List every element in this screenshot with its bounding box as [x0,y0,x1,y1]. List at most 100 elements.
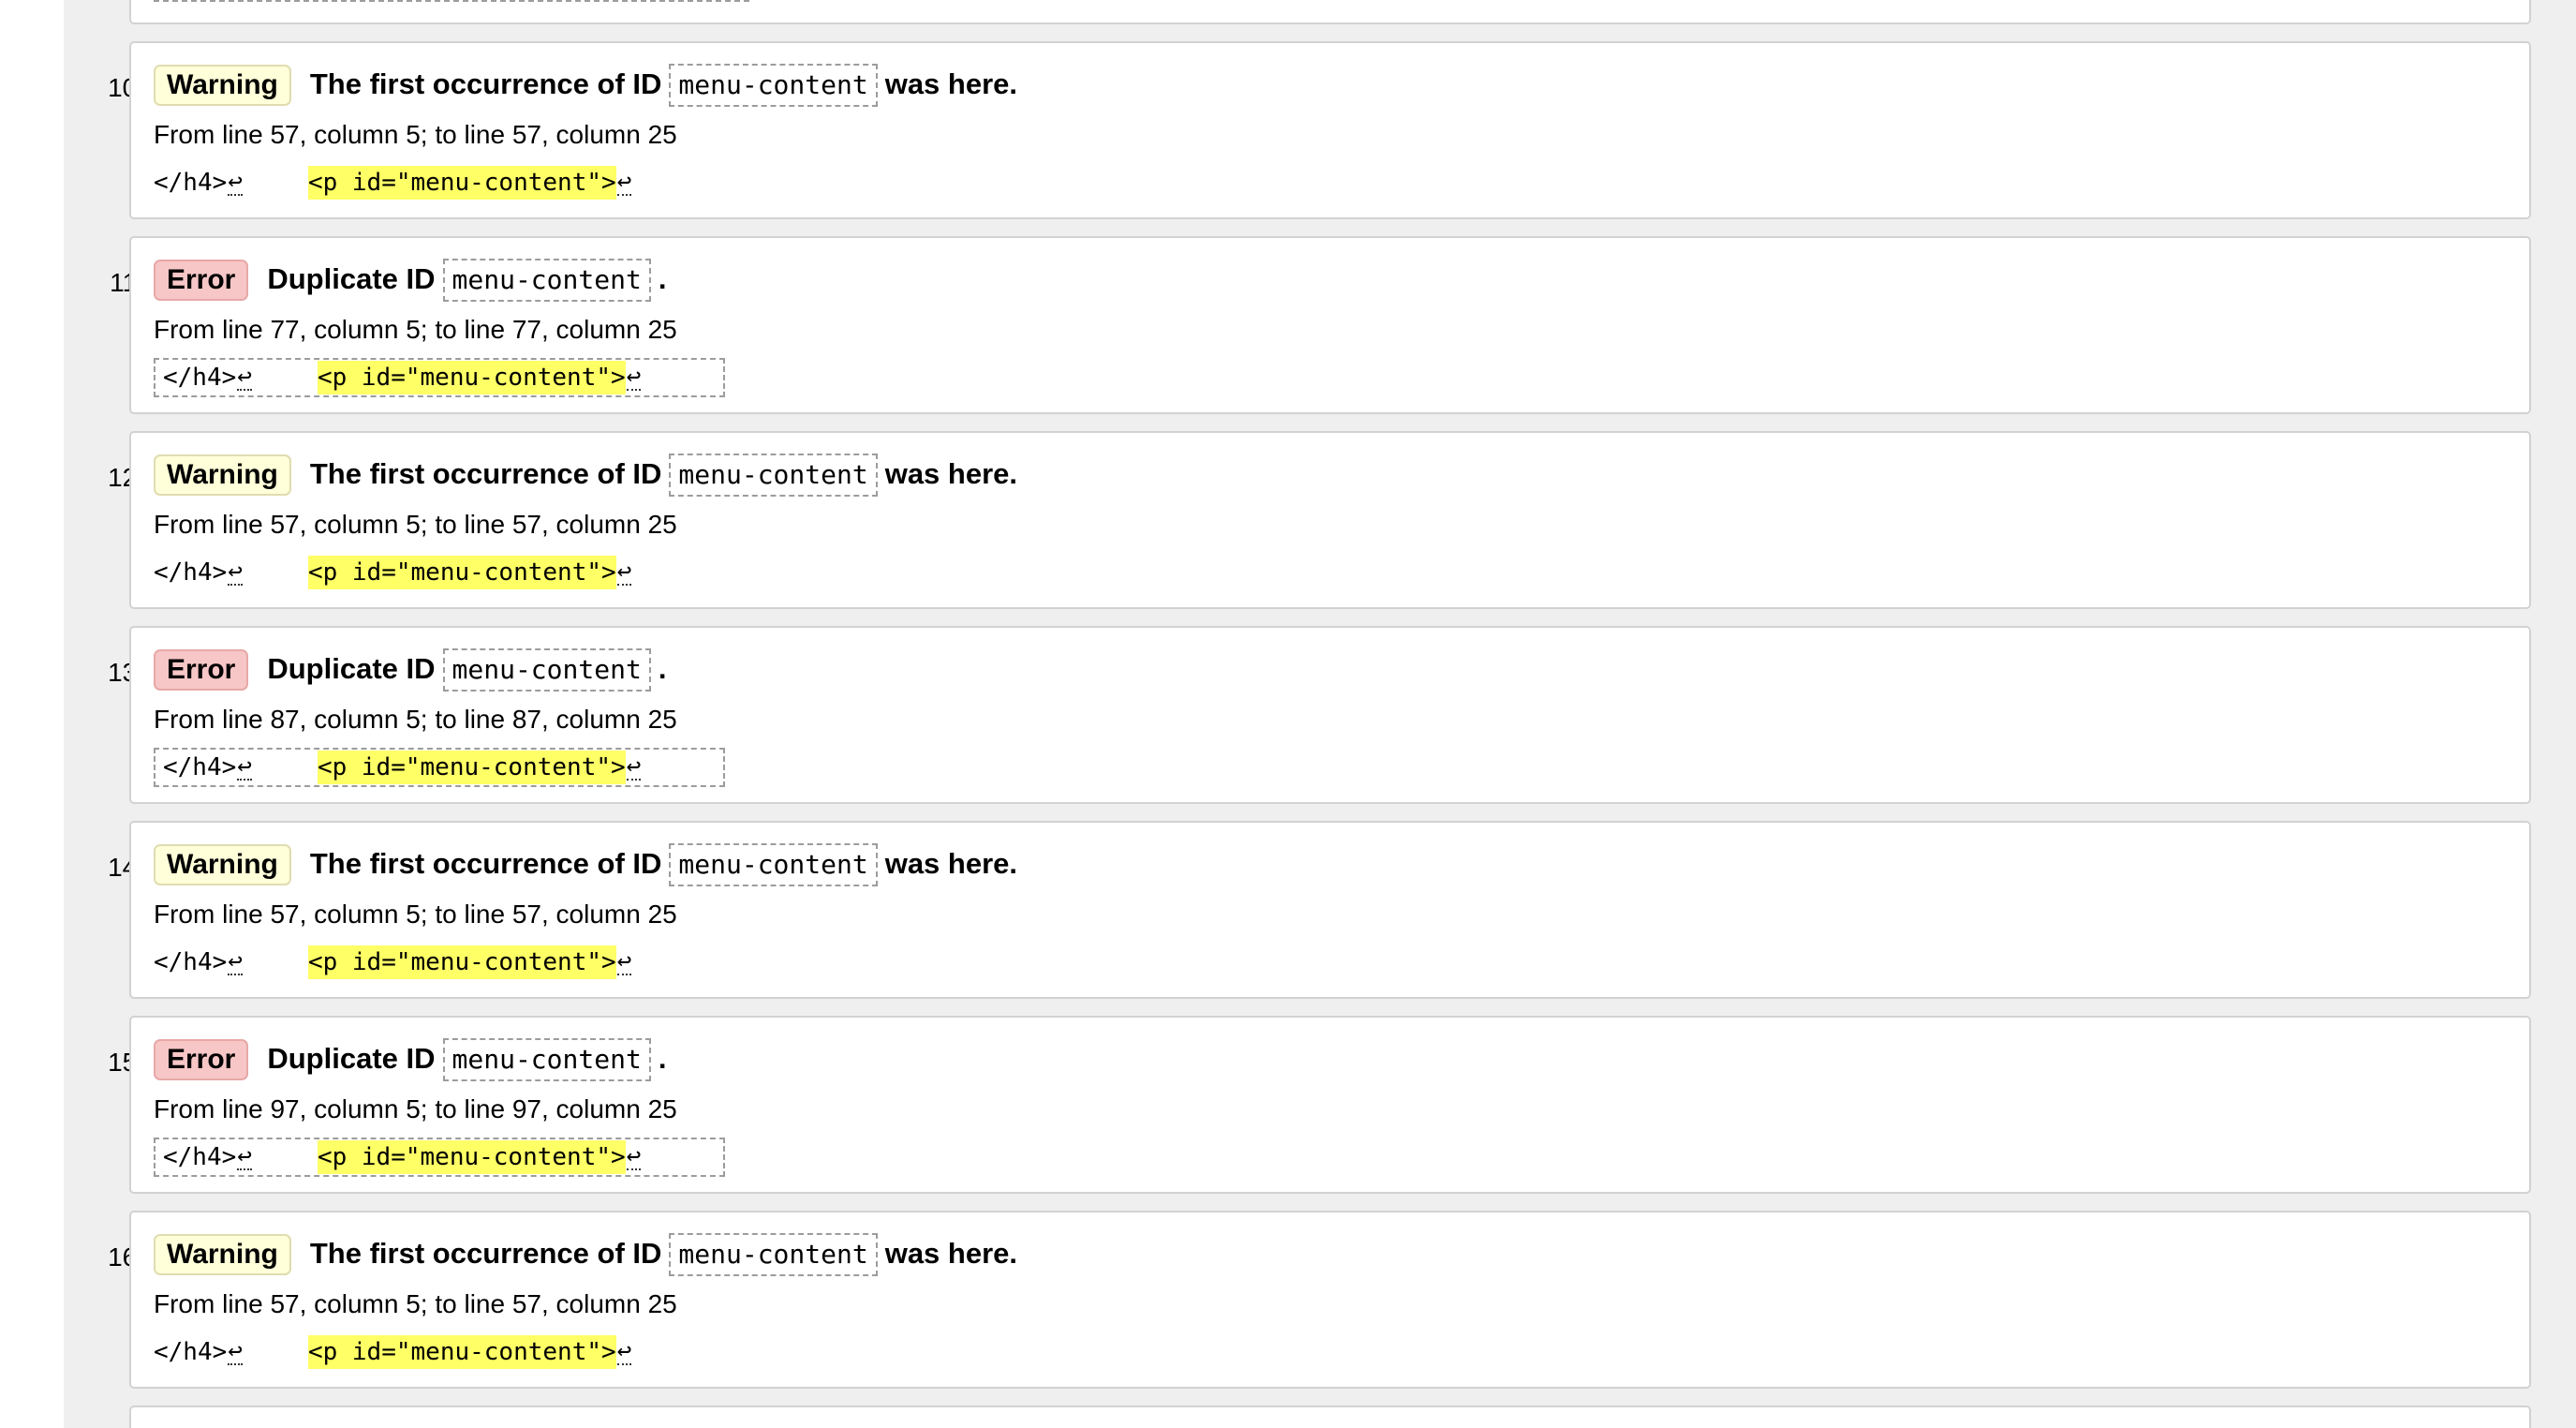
message-text-after: . [658,652,667,685]
message-list: 10. Warning The first occurrence of ID me… [64,0,2576,1428]
line-break-icon: ↩ [616,168,632,196]
message-card: Warning The first occurrence of ID menu-c… [129,1211,2531,1389]
extract-highlight: <p id="menu-content"> [307,945,616,979]
line-break-icon: ↩ [616,947,632,975]
message-heading: Error Duplicate ID menu-content. [154,257,666,304]
message-text: The first occurrence of ID menu-content wa… [310,64,1017,107]
message-item: 11. Error Duplicate ID menu-content. From… [64,236,2576,416]
message-text-before: The first occurrence of ID [309,847,662,880]
left-gutter [0,0,64,1428]
message-heading: Warning The first occurrence of ID menu-c… [154,62,1017,109]
message-location: From line 97, column 5; to line 97, colu… [154,1094,677,1123]
message-heading: Error Duplicate ID menu-content. [154,1036,666,1083]
message-text-before: Duplicate ID [267,262,436,295]
code-extract: </h4> ↩ <p id="menu-content"> ↩ [154,748,726,787]
duplicate-id-code: menu-content [669,64,878,107]
message-item: 13. Error Duplicate ID menu-content. From… [64,626,2576,806]
extract-pre: </h4> [163,364,237,392]
message-text-before: Duplicate ID [267,1042,436,1075]
message-location: From line 57, column 5; to line 57, colu… [154,510,677,539]
message-text-before: The first occurrence of ID [309,1237,662,1270]
extract-fragment [154,0,749,2]
message-card: Error Duplicate ID menu-content. From lin… [129,236,2531,414]
message-text-before: Duplicate ID [267,652,436,685]
extract-pre: </h4> [163,1143,237,1171]
message-item: 15. Error Duplicate ID menu-content. From… [64,1016,2576,1196]
code-extract: </h4> ↩ <p id="menu-content"> ↩ [154,943,632,982]
message-card: Warning The first occurrence of ID menu-c… [129,41,2531,219]
message-text-after: was here. [884,1237,1018,1270]
line-break-icon: ↩ [237,363,252,391]
extract-highlight: <p id="menu-content"> [317,1140,626,1174]
warning-badge: Warning [154,454,291,496]
duplicate-id-code: menu-content [669,843,878,886]
extract-highlight: <p id="menu-content"> [307,1335,616,1369]
code-extract: </h4> ↩ <p id="menu-content"> ↩ [154,358,726,397]
duplicate-id-code: menu-content [442,648,651,692]
extract-highlight: <p id="menu-content"> [317,361,626,394]
message-text-after: was here. [884,847,1018,880]
line-break-icon: ↩ [626,1142,642,1170]
message-text: The first occurrence of ID menu-content wa… [310,454,1017,497]
message-text-after: was here. [884,457,1018,490]
extract-highlight: <p id="menu-content"> [307,556,616,589]
extract-pre: </h4> [154,948,228,976]
extract-pre: </h4> [154,169,228,197]
duplicate-id-code: menu-content [442,1038,651,1081]
warning-badge: Warning [154,1234,291,1275]
line-break-icon: ↩ [228,1337,243,1365]
line-break-icon: ↩ [237,752,252,781]
message-text: Duplicate ID menu-content. [267,1038,666,1081]
message-location: From line 57, column 5; to line 57, colu… [154,1289,677,1318]
extract-pre: </h4> [154,1338,228,1366]
message-text: Duplicate ID menu-content. [267,648,666,692]
error-badge: Error [154,260,249,301]
extract-highlight: <p id="menu-content"> [317,751,626,784]
message-card: Warning The first occurrence of ID menu-c… [129,821,2531,999]
message-heading: Warning The first occurrence of ID menu-c… [154,452,1017,498]
message-text-before: The first occurrence of ID [309,67,662,100]
message-item: 14. Warning The first occurrence of ID me… [64,821,2576,1001]
extract-highlight: <p id="menu-content"> [307,166,616,200]
code-extract: </h4> ↩ <p id="menu-content"> ↩ [154,553,632,592]
message-item: 10. Warning The first occurrence of ID me… [64,41,2576,221]
message-heading: Warning The first occurrence of ID menu-c… [154,1231,1017,1278]
message-heading: Error Duplicate ID menu-content. [154,647,666,693]
message-text: Duplicate ID menu-content. [267,259,666,302]
code-extract: </h4> ↩ <p id="menu-content"> ↩ [154,163,632,202]
message-card-previous [129,0,2531,24]
message-location: From line 87, column 5; to line 87, colu… [154,705,677,734]
message-card-next [129,1406,2531,1428]
message-location: From line 77, column 5; to line 77, colu… [154,315,677,344]
warning-badge: Warning [154,844,291,885]
line-break-icon: ↩ [616,558,632,586]
line-break-icon: ↩ [626,363,642,391]
line-break-icon: ↩ [237,1142,252,1170]
duplicate-id-code: menu-content [442,259,651,302]
message-text-after: . [658,262,667,295]
line-break-icon: ↩ [626,752,642,781]
message-location: From line 57, column 5; to line 57, colu… [154,120,677,149]
message-text-after: was here. [884,67,1018,100]
message-location: From line 57, column 5; to line 57, colu… [154,900,677,929]
message-item: 16. Warning The first occurrence of ID me… [64,1211,2576,1391]
line-break-icon: ↩ [228,947,243,975]
message-heading: Warning The first occurrence of ID menu-c… [154,841,1017,888]
line-break-icon: ↩ [228,558,243,586]
message-text-after: . [658,1042,667,1075]
line-break-icon: ↩ [616,1337,632,1365]
message-text-before: The first occurrence of ID [309,457,662,490]
message-card: Error Duplicate ID menu-content. From lin… [129,626,2531,804]
extract-pre: </h4> [163,753,237,781]
duplicate-id-code: menu-content [669,454,878,497]
code-extract: </h4> ↩ <p id="menu-content"> ↩ [154,1138,726,1177]
extract-pre: </h4> [154,558,228,587]
line-break-icon: ↩ [228,168,243,196]
message-item: 12. Warning The first occurrence of ID me… [64,431,2576,611]
error-badge: Error [154,649,249,691]
message-text: The first occurrence of ID menu-content wa… [310,843,1017,886]
validator-results-page: 10. Warning The first occurrence of ID me… [64,0,2576,1428]
code-extract: </h4> ↩ <p id="menu-content"> ↩ [154,1332,632,1372]
message-card: Warning The first occurrence of ID menu-c… [129,431,2531,609]
error-badge: Error [154,1039,249,1080]
